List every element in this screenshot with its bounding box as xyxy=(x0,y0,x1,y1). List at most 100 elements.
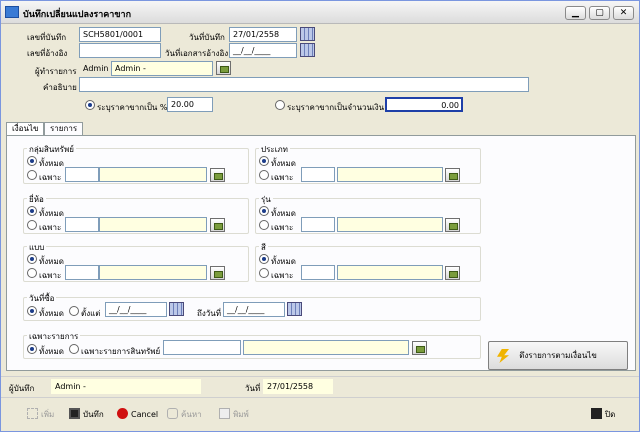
price-amt-label: ระบุราคาขากเป็นจำนวนเงิน xyxy=(287,103,385,112)
tab-items[interactable]: รายการ xyxy=(44,122,84,136)
title-bar: บันทึกเปลี่ยนแปลงราคาขาก ▁ ▢ ✕ xyxy=(1,1,639,24)
style-picker-icon[interactable] xyxy=(210,266,225,280)
style-name-field[interactable] xyxy=(99,265,207,280)
type-label: ประเภท xyxy=(259,143,290,156)
model-code-field[interactable] xyxy=(301,217,335,232)
asset-group-code-field[interactable] xyxy=(65,167,99,182)
asset-group-picker-icon[interactable] xyxy=(210,168,225,182)
asset-group-only-label: เฉพาะ xyxy=(39,173,62,182)
brand-picker-icon[interactable] xyxy=(210,218,225,232)
ref-date-calendar-icon[interactable] xyxy=(300,43,315,57)
cancel-button[interactable]: Cancel xyxy=(117,408,158,422)
price-pct-radio[interactable] xyxy=(85,100,95,110)
doc-no-field[interactable]: SCH5801/0001 xyxy=(79,27,161,42)
price-pct-field[interactable]: 20.00 xyxy=(167,97,213,112)
desc-field[interactable] xyxy=(79,77,529,92)
type-name-field[interactable] xyxy=(337,167,443,182)
style-code-field[interactable] xyxy=(65,265,99,280)
style-only-radio[interactable] xyxy=(27,268,37,278)
recorder-field: Admin - xyxy=(51,379,201,394)
binoculars-icon xyxy=(167,408,178,419)
user-picker-icon[interactable] xyxy=(216,61,231,75)
style-only-label: เฉพาะ xyxy=(39,271,62,280)
date-label: วันที่บันทึก xyxy=(189,33,225,42)
items-name-field[interactable] xyxy=(243,340,409,355)
items-all-label: ทั้งหมด xyxy=(39,347,64,356)
save-button[interactable]: บันทึก xyxy=(69,408,104,422)
color-code-field[interactable] xyxy=(301,265,335,280)
bottom-toolbar: เพิ่ม บันทึก Cancel ค้นหา พิมพ์ ปิด xyxy=(1,397,639,431)
items-only-radio[interactable] xyxy=(69,344,79,354)
fetch-button-label: ดึงรายการตามเงื่อนไข xyxy=(519,351,597,360)
user-label: ผู้ทำรายการ xyxy=(35,67,77,76)
search-button[interactable]: ค้นหา xyxy=(167,408,202,422)
fetch-by-condition-button[interactable]: ดึงรายการตามเงื่อนไข xyxy=(488,341,628,370)
asset-group-all-label: ทั้งหมด xyxy=(39,159,64,168)
close-window-button[interactable]: ✕ xyxy=(613,6,634,20)
brand-all-radio[interactable] xyxy=(27,206,37,216)
brand-all-label: ทั้งหมด xyxy=(39,209,64,218)
brand-code-field[interactable] xyxy=(65,217,99,232)
price-amt-field[interactable]: 0.00 xyxy=(385,97,463,112)
minimize-button[interactable]: ▁ xyxy=(565,6,586,20)
items-code-field[interactable] xyxy=(163,340,241,355)
model-picker-icon[interactable] xyxy=(445,218,460,232)
footer-date-label: วันที่ xyxy=(245,384,261,393)
type-code-field[interactable] xyxy=(301,167,335,182)
maximize-button[interactable]: ▢ xyxy=(589,6,610,20)
asset-group-all-radio[interactable] xyxy=(27,156,37,166)
date-calendar-icon[interactable] xyxy=(300,27,315,41)
to-date-calendar-icon[interactable] xyxy=(287,302,302,316)
from-date-calendar-icon[interactable] xyxy=(169,302,184,316)
model-all-label: ทั้งหมด xyxy=(271,209,296,218)
floppy-icon xyxy=(69,408,80,419)
from-date-field[interactable]: __/__/____ xyxy=(105,302,167,317)
model-name-field[interactable] xyxy=(337,217,443,232)
items-all-radio[interactable] xyxy=(27,344,37,354)
footer-bar: ผู้บันทึก Admin - วันที่ 27/01/2558 xyxy=(1,376,639,396)
to-date-field[interactable]: __/__/____ xyxy=(223,302,285,317)
ref-date-field[interactable]: __/__/____ xyxy=(229,43,297,58)
style-all-radio[interactable] xyxy=(27,254,37,264)
user-name-field[interactable]: Admin - xyxy=(111,61,213,76)
price-amt-radio[interactable] xyxy=(275,100,285,110)
color-picker-icon[interactable] xyxy=(445,266,460,280)
model-only-label: เฉพาะ xyxy=(271,223,294,232)
color-all-radio[interactable] xyxy=(259,254,269,264)
model-only-radio[interactable] xyxy=(259,220,269,230)
date-field[interactable]: 27/01/2558 xyxy=(229,27,297,42)
add-label: เพิ่ม xyxy=(41,410,55,419)
exit-label: ปิด xyxy=(605,410,616,419)
color-name-field[interactable] xyxy=(337,265,443,280)
tab-conditions[interactable]: เงื่อนไข xyxy=(6,122,45,136)
color-label: สี xyxy=(259,241,268,254)
asset-group-label: กลุ่มสินทรัพย์ xyxy=(27,143,76,156)
type-all-label: ทั้งหมด xyxy=(271,159,296,168)
print-button[interactable]: พิมพ์ xyxy=(219,408,249,422)
buy-date-range-radio[interactable] xyxy=(69,306,79,316)
type-all-radio[interactable] xyxy=(259,156,269,166)
ref-no-field[interactable] xyxy=(79,43,161,58)
add-button[interactable]: เพิ่ม xyxy=(27,408,54,422)
model-all-radio[interactable] xyxy=(259,206,269,216)
brand-name-field[interactable] xyxy=(99,217,207,232)
asset-group-only-radio[interactable] xyxy=(27,170,37,180)
brand-only-label: เฉพาะ xyxy=(39,223,62,232)
brand-only-radio[interactable] xyxy=(27,220,37,230)
cancel-icon xyxy=(117,408,128,419)
buy-date-all-radio[interactable] xyxy=(27,306,37,316)
items-picker-icon[interactable] xyxy=(412,341,427,355)
price-pct-label: ระบุราคาขากเป็น % xyxy=(97,103,168,112)
type-only-radio[interactable] xyxy=(259,170,269,180)
asset-group-name-field[interactable] xyxy=(99,167,207,182)
user-code: Admin xyxy=(83,64,109,73)
printer-icon xyxy=(219,408,230,419)
type-picker-icon[interactable] xyxy=(445,168,460,182)
color-only-radio[interactable] xyxy=(259,268,269,278)
save-label: บันทึก xyxy=(83,410,104,419)
color-all-label: ทั้งหมด xyxy=(271,257,296,266)
exit-button[interactable]: ปิด xyxy=(591,408,615,422)
buy-date-label: วันที่ซื้อ xyxy=(27,292,57,305)
model-label: รุ่น xyxy=(259,193,273,206)
style-all-label: ทั้งหมด xyxy=(39,257,64,266)
